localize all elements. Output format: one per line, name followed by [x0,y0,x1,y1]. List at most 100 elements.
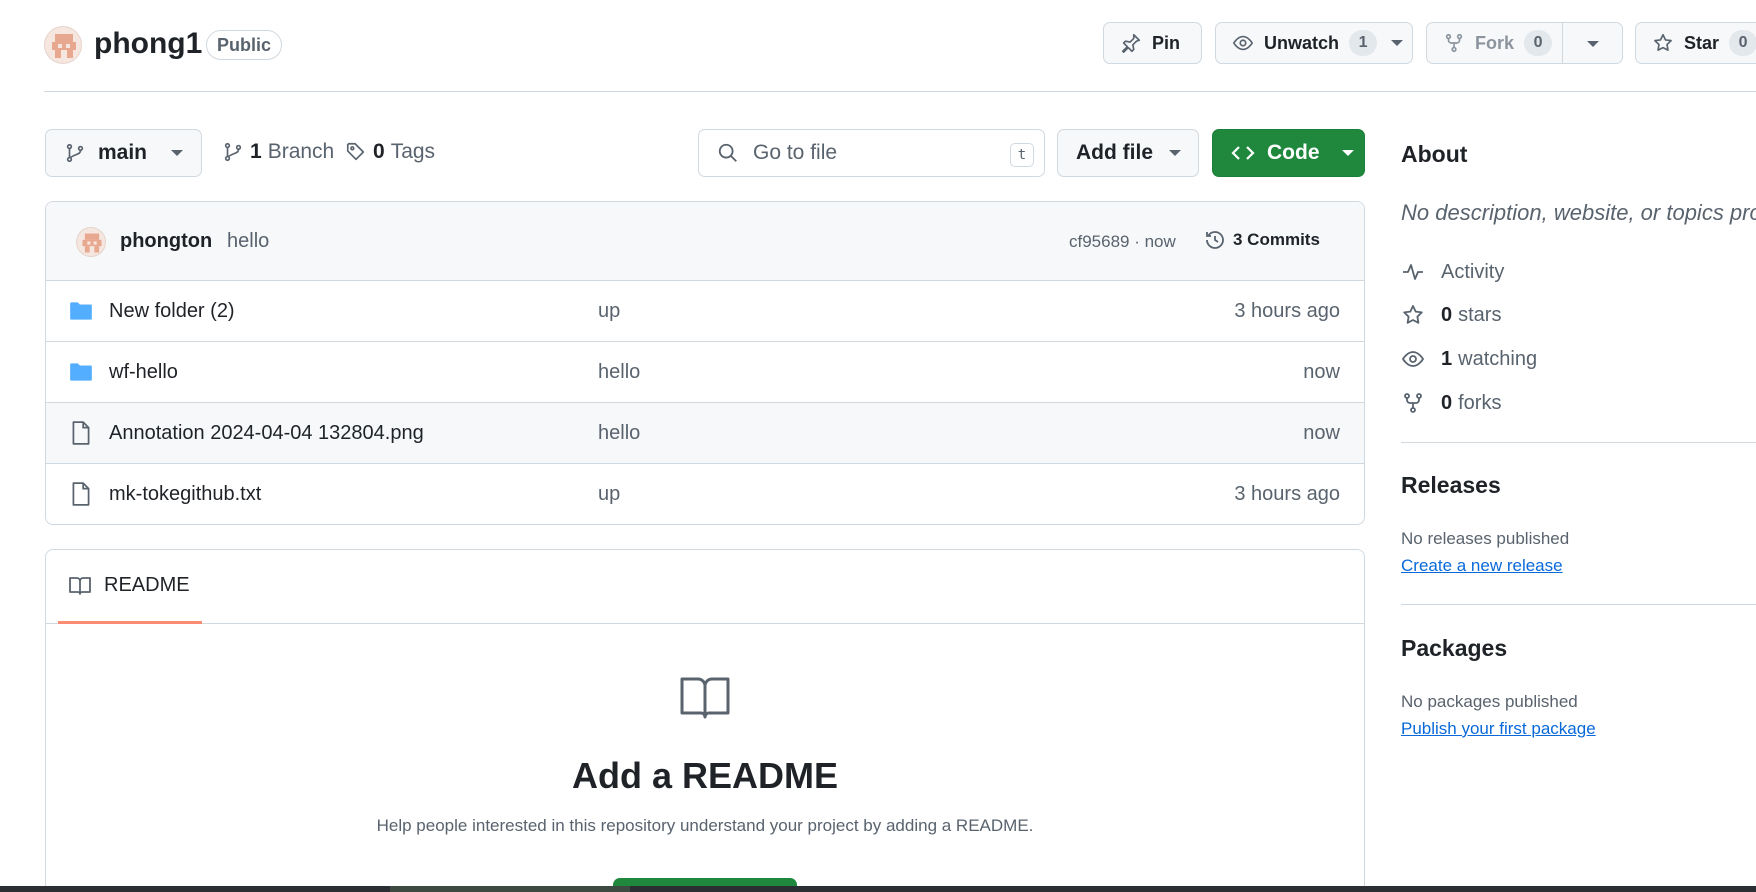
tag-icon [346,142,365,161]
file-icon [72,482,90,506]
tag-label: Tags [390,140,436,163]
create-release-link[interactable]: Create a new release [1401,556,1563,576]
file-commit-message[interactable]: hello [598,361,640,384]
releases-empty-text: No releases published [1401,529,1570,548]
fork-button[interactable]: Fork 0 [1426,22,1623,64]
unwatch-button[interactable]: Unwatch 1 [1215,22,1413,64]
branch-icon [224,142,242,162]
add-file-label: Add file [1076,141,1153,164]
scroll-thumb[interactable] [390,886,630,892]
pin-label: Pin [1152,32,1181,53]
about-heading: About [1401,141,1468,167]
packages-heading[interactable]: Packages [1401,635,1507,662]
bottom-scroll-bar [0,886,1756,892]
eye-icon [1401,351,1425,367]
commits-label: 3 Commits [1233,230,1320,249]
go-to-file-placeholder: Go to file [753,141,838,164]
pulse-icon [1403,264,1423,280]
readme-panel: README Add a README Help people interest… [45,549,1365,892]
file-time: 3 hours ago [1234,483,1340,505]
sidebar-divider [1401,604,1756,605]
code-button[interactable]: Code [1212,129,1365,177]
code-label: Code [1267,141,1320,164]
branch-icon [66,143,84,163]
watching-count: 1 [1441,347,1453,370]
repo-header: phong1 Public Pin Unwatch 1 Fork 0 Star … [44,0,1756,92]
fork-counter: 0 [1524,30,1553,56]
branch-select-button[interactable]: main [45,129,202,177]
add-file-button[interactable]: Add file [1057,129,1199,177]
star-icon [1654,33,1672,51]
readme-tab-label: README [104,574,190,596]
chevron-down-icon [1169,150,1181,156]
pin-icon [1121,33,1141,53]
book-icon [680,677,730,719]
stars-label: stars [1458,303,1502,326]
table-row[interactable]: New folder (2) up 3 hours ago [46,281,1364,342]
go-to-file-input[interactable]: Go to file t [698,129,1045,177]
commit-message[interactable]: hello [227,230,269,253]
branch-label: Branch [267,140,335,163]
folder-icon [70,363,92,381]
branch-count: 1 [250,140,262,163]
activity-label: Activity [1441,260,1505,283]
eye-icon [1232,35,1254,51]
commit-sha-time[interactable]: cf95689 · now [1069,232,1176,252]
readme-title: Add a README [571,755,838,796]
latest-commit-bar: phongton hello cf95689 · now 3 Commits [46,202,1364,281]
shortcut-key: t [1010,143,1034,167]
file-name[interactable]: wf-hello [109,361,178,384]
folder-icon [70,302,92,320]
file-commit-message[interactable]: hello [598,422,640,445]
table-row[interactable]: Annotation 2024-04-04 132804.png hello n… [46,403,1364,464]
file-name[interactable]: Annotation 2024-04-04 132804.png [109,422,424,445]
readme-subtitle: Help people interested in this repositor… [376,816,1034,835]
watching-link[interactable]: 1 watching [1401,347,1537,371]
pin-button[interactable]: Pin [1103,22,1202,64]
unwatch-label: Unwatch [1264,32,1340,53]
history-icon [1206,231,1224,249]
publish-package-link[interactable]: Publish your first package [1401,719,1596,739]
commit-author-avatar[interactable] [76,227,106,257]
file-time: 3 hours ago [1234,300,1340,322]
chevron-down-icon [171,150,184,156]
readme-header: README [46,550,1364,624]
watching-label: watching [1458,347,1538,370]
table-row[interactable]: wf-hello hello now [46,342,1364,403]
file-table: phongton hello cf95689 · now 3 Commits N… [45,201,1365,525]
fork-divider [1562,23,1563,63]
packages-empty-text: No packages published [1401,692,1578,711]
activity-link[interactable]: Activity [1401,260,1504,284]
tags-link[interactable]: 0 Tags [345,140,435,164]
code-icon [1231,146,1255,160]
file-name[interactable]: mk-tokegithub.txt [109,483,261,506]
file-commit-message[interactable]: up [598,300,620,323]
stars-link[interactable]: 0 stars [1401,303,1501,327]
commits-link[interactable]: 3 Commits [1203,228,1320,252]
fork-dropdown-icon[interactable] [1587,41,1599,47]
star-button[interactable]: Star 0 [1635,22,1756,64]
repo-owner-avatar[interactable] [44,26,82,64]
table-row[interactable]: mk-tokegithub.txt up 3 hours ago [46,464,1364,524]
releases-heading[interactable]: Releases [1401,472,1501,499]
file-name[interactable]: New folder (2) [109,300,235,323]
file-commit-message[interactable]: up [598,483,620,506]
file-icon [72,421,90,445]
forks-count: 0 [1441,391,1453,414]
branches-link[interactable]: 1 Branch [222,140,334,164]
chevron-down-icon [1391,40,1404,46]
watch-counter: 1 [1349,30,1378,56]
sidebar-divider [1401,442,1756,443]
stars-count: 0 [1441,303,1453,326]
fork-label: Fork [1475,32,1515,53]
visibility-badge: Public [206,30,283,60]
repo-name[interactable]: phong1 [94,27,202,61]
file-time: now [1303,361,1340,383]
branch-name: main [98,141,148,164]
commit-author[interactable]: phongton [120,230,212,253]
star-icon [1403,305,1423,324]
star-counter: 0 [1729,30,1756,56]
fork-icon [1445,33,1463,53]
forks-link[interactable]: 0 forks [1401,391,1501,415]
tab-readme[interactable]: README [58,550,202,624]
